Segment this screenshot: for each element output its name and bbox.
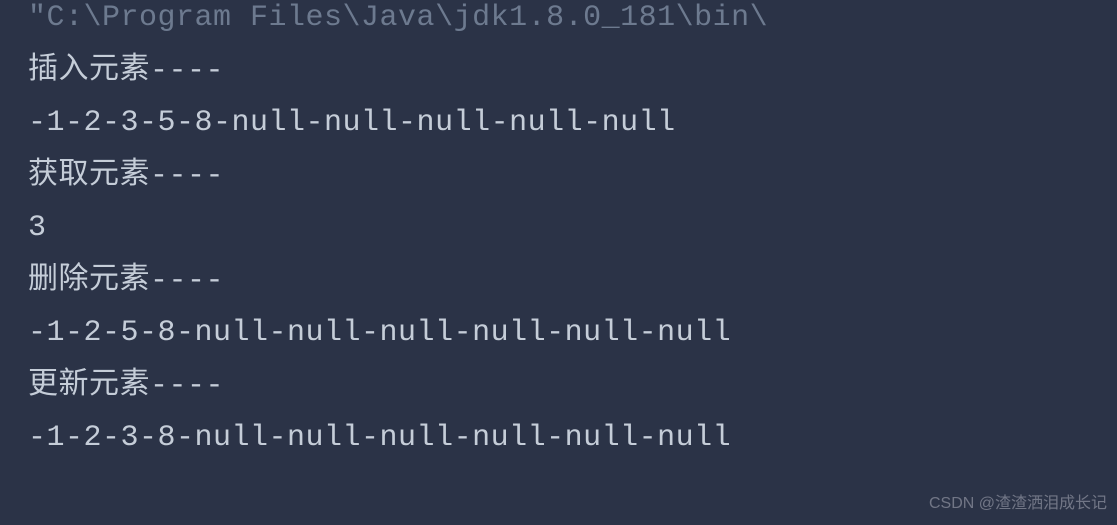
output-line: 获取元素---- (28, 150, 1089, 203)
output-line: -1-2-3-5-8-null-null-null-null-null (28, 97, 1089, 150)
output-line: 删除元素---- (28, 255, 1089, 308)
console-output: "C:\Program Files\Java\jdk1.8.0_181\bin\… (0, 0, 1117, 465)
watermark-text: CSDN @渣渣洒泪成长记 (929, 489, 1107, 513)
output-line: 插入元素---- (28, 45, 1089, 98)
output-line: 更新元素---- (28, 360, 1089, 413)
execution-path: "C:\Program Files\Java\jdk1.8.0_181\bin\ (28, 0, 1089, 45)
output-line: -1-2-5-8-null-null-null-null-null-null (28, 307, 1089, 360)
output-line: -1-2-3-8-null-null-null-null-null-null (28, 412, 1089, 465)
output-line: 3 (28, 202, 1089, 255)
